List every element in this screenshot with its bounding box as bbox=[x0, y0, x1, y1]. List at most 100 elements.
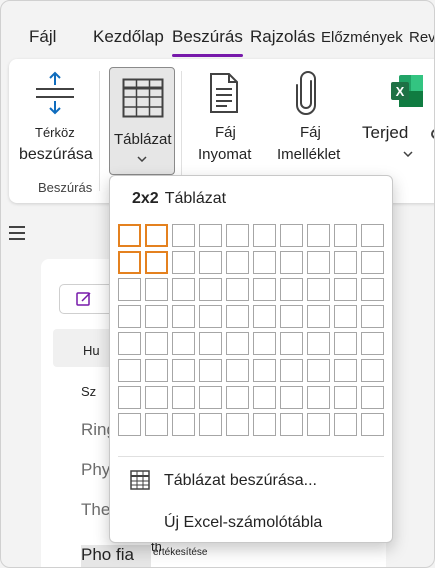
tab-draw[interactable]: Rajzolás bbox=[250, 27, 315, 47]
grid-cell[interactable] bbox=[145, 386, 168, 409]
grid-cell[interactable] bbox=[334, 305, 357, 328]
grid-cell[interactable] bbox=[334, 224, 357, 247]
grid-cell[interactable] bbox=[334, 359, 357, 382]
grid-cell[interactable] bbox=[226, 413, 249, 436]
grid-cell[interactable] bbox=[334, 386, 357, 409]
grid-cell[interactable] bbox=[253, 251, 276, 274]
grid-cell[interactable] bbox=[361, 332, 384, 355]
grid-cell[interactable] bbox=[226, 386, 249, 409]
grid-cell[interactable] bbox=[172, 224, 195, 247]
grid-cell[interactable] bbox=[145, 413, 168, 436]
file-printout-button[interactable]: Fáj Inyomat bbox=[189, 59, 259, 175]
grid-cell[interactable] bbox=[172, 413, 195, 436]
grid-cell[interactable] bbox=[172, 386, 195, 409]
page-row-6[interactable]: Pho fia bbox=[81, 545, 151, 567]
grid-cell[interactable] bbox=[145, 359, 168, 382]
grid-cell-selected[interactable] bbox=[118, 251, 141, 274]
grid-cell[interactable] bbox=[280, 413, 303, 436]
grid-cell[interactable] bbox=[280, 332, 303, 355]
grid-cell[interactable] bbox=[118, 386, 141, 409]
grid-cell[interactable] bbox=[307, 224, 330, 247]
grid-cell[interactable] bbox=[226, 224, 249, 247]
page-row-1[interactable]: Hu bbox=[83, 343, 100, 358]
grid-cell[interactable] bbox=[361, 413, 384, 436]
grid-cell[interactable] bbox=[226, 305, 249, 328]
grid-cell[interactable] bbox=[253, 224, 276, 247]
grid-cell[interactable] bbox=[334, 278, 357, 301]
insert-space-button[interactable]: Térköz beszúrása bbox=[9, 59, 99, 175]
page-row-2[interactable]: Sz bbox=[81, 384, 96, 399]
grid-cell[interactable] bbox=[199, 251, 222, 274]
grid-cell[interactable] bbox=[253, 332, 276, 355]
grid-cell[interactable] bbox=[172, 359, 195, 382]
grid-cell[interactable] bbox=[307, 305, 330, 328]
grid-cell[interactable] bbox=[118, 305, 141, 328]
grid-cell[interactable] bbox=[361, 305, 384, 328]
grid-cell[interactable] bbox=[199, 278, 222, 301]
grid-cell[interactable] bbox=[199, 413, 222, 436]
tab-file[interactable]: Fájl bbox=[29, 27, 56, 47]
tab-home[interactable]: Kezdőlap bbox=[93, 27, 164, 47]
grid-cell-selected[interactable] bbox=[145, 251, 168, 274]
grid-cell[interactable] bbox=[172, 332, 195, 355]
grid-cell[interactable] bbox=[280, 305, 303, 328]
grid-cell[interactable] bbox=[307, 251, 330, 274]
grid-cell[interactable] bbox=[280, 386, 303, 409]
grid-cell[interactable] bbox=[280, 224, 303, 247]
more-button-partial[interactable] bbox=[431, 129, 434, 139]
tab-insert[interactable]: Beszúrás bbox=[172, 27, 243, 57]
grid-cell[interactable] bbox=[226, 251, 249, 274]
new-excel-spreadsheet-menu-item[interactable]: Új Excel-számolótábla bbox=[110, 510, 394, 540]
grid-cell[interactable] bbox=[118, 413, 141, 436]
grid-cell[interactable] bbox=[199, 305, 222, 328]
grid-cell[interactable] bbox=[307, 413, 330, 436]
grid-cell[interactable] bbox=[118, 278, 141, 301]
grid-cell[interactable] bbox=[307, 386, 330, 409]
grid-cell[interactable] bbox=[253, 413, 276, 436]
tab-history[interactable]: Előzmények bbox=[321, 29, 403, 46]
grid-cell[interactable] bbox=[307, 278, 330, 301]
grid-cell[interactable] bbox=[307, 332, 330, 355]
grid-cell[interactable] bbox=[253, 278, 276, 301]
grid-cell[interactable] bbox=[361, 278, 384, 301]
tab-review[interactable]: Rev bbox=[409, 29, 434, 46]
grid-cell[interactable] bbox=[226, 332, 249, 355]
page-row-4[interactable]: Phy bbox=[81, 460, 110, 480]
grid-cell[interactable] bbox=[361, 224, 384, 247]
grid-cell[interactable] bbox=[172, 251, 195, 274]
grid-cell[interactable] bbox=[307, 359, 330, 382]
grid-cell[interactable] bbox=[145, 332, 168, 355]
grid-cell[interactable] bbox=[199, 332, 222, 355]
file-attachment-button[interactable]: Fáj Imelléklet bbox=[269, 59, 349, 175]
grid-cell[interactable] bbox=[280, 359, 303, 382]
grid-cell[interactable] bbox=[118, 359, 141, 382]
grid-cell[interactable] bbox=[280, 278, 303, 301]
grid-cell-selected[interactable] bbox=[145, 224, 168, 247]
grid-cell[interactable] bbox=[199, 386, 222, 409]
grid-cell[interactable] bbox=[253, 359, 276, 382]
grid-cell[interactable] bbox=[334, 332, 357, 355]
grid-cell[interactable] bbox=[145, 305, 168, 328]
grid-cell[interactable] bbox=[118, 332, 141, 355]
spreadsheet-button[interactable]: X Terjed bbox=[359, 59, 429, 175]
hamburger-menu-icon[interactable] bbox=[9, 226, 25, 244]
grid-cell-selected[interactable] bbox=[118, 224, 141, 247]
grid-cell[interactable] bbox=[253, 305, 276, 328]
page-row-5[interactable]: The bbox=[81, 500, 110, 520]
grid-cell[interactable] bbox=[361, 386, 384, 409]
grid-cell[interactable] bbox=[361, 251, 384, 274]
grid-cell[interactable] bbox=[226, 278, 249, 301]
grid-cell[interactable] bbox=[172, 305, 195, 328]
grid-cell[interactable] bbox=[199, 359, 222, 382]
insert-table-menu-item[interactable]: Táblázat beszúrása... bbox=[110, 466, 394, 502]
grid-cell[interactable] bbox=[199, 224, 222, 247]
grid-cell[interactable] bbox=[172, 278, 195, 301]
grid-cell[interactable] bbox=[253, 386, 276, 409]
grid-cell[interactable] bbox=[334, 413, 357, 436]
grid-cell[interactable] bbox=[280, 251, 303, 274]
table-button[interactable]: Táblázat bbox=[109, 67, 175, 175]
grid-cell[interactable] bbox=[334, 251, 357, 274]
grid-cell[interactable] bbox=[361, 359, 384, 382]
grid-cell[interactable] bbox=[145, 278, 168, 301]
grid-cell[interactable] bbox=[226, 359, 249, 382]
